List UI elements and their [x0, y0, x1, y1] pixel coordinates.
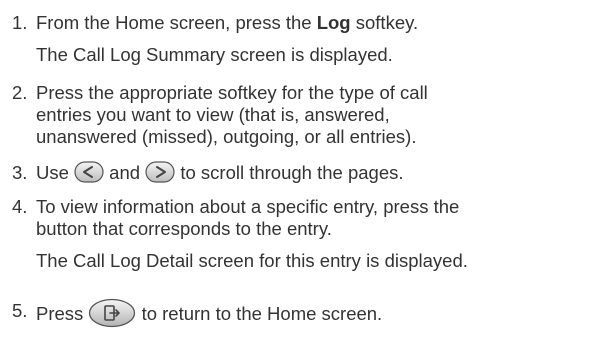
step-text: softkey. — [350, 12, 419, 33]
step-number: 4. — [12, 196, 28, 217]
step-result-text: The Call Log Summary screen is displayed… — [36, 44, 393, 65]
step-text: unanswered (missed), outgoing, or all en… — [36, 126, 417, 147]
step-text: From the Home screen, press the — [36, 12, 317, 33]
right-arrow-button-icon — [145, 161, 175, 183]
step-number: 1. — [12, 12, 28, 33]
step-text: Press the appropriate softkey for the ty… — [36, 82, 428, 103]
step-text: Use — [36, 162, 75, 183]
step-number: 5. — [12, 300, 28, 321]
step-text: Press — [36, 302, 89, 324]
step-number: 2. — [12, 82, 28, 103]
step-text: button that corresponds to the entry. — [36, 218, 332, 239]
instruction-document: 1. From the Home screen, press the Log s… — [0, 0, 600, 350]
step-result-text: The Call Log Detail screen for this entr… — [36, 250, 468, 271]
step-number: 3. — [12, 162, 28, 183]
left-arrow-button-icon — [74, 161, 104, 183]
log-softkey-label: Log — [316, 12, 351, 33]
step-text: entries you want to view (that is, answe… — [36, 104, 390, 125]
home-return-button-icon — [88, 298, 136, 328]
step-text: to scroll through the pages. — [175, 162, 404, 183]
step-text: to return to the Home screen. — [136, 302, 383, 324]
step-text: and — [104, 162, 146, 183]
step-text: To view information about a specific ent… — [36, 196, 460, 217]
